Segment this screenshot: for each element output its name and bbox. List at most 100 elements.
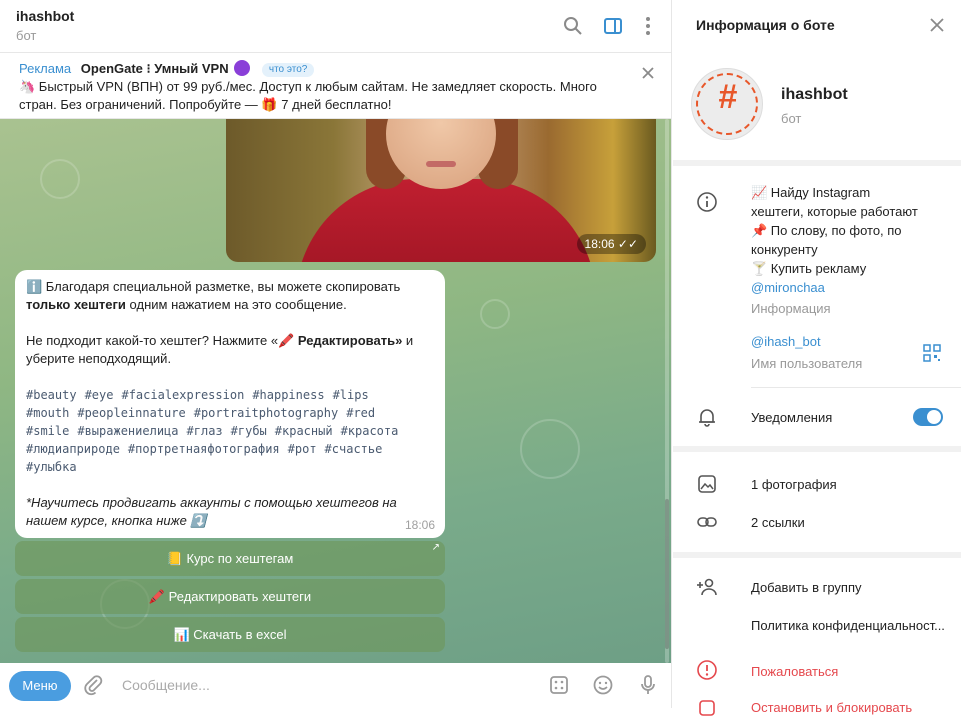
more-vertical-icon[interactable]: [637, 15, 659, 37]
message-text: и: [402, 333, 414, 348]
mention-link[interactable]: @mironchaa: [751, 278, 951, 297]
info-media-section: 1 фотография 2 ссылки: [673, 452, 961, 552]
hashtag[interactable]: #smile: [26, 424, 69, 438]
message-timestamp: 18:06: [404, 518, 435, 532]
about-label: Информация: [751, 301, 831, 316]
add-to-group-button[interactable]: Добавить в группу: [751, 580, 862, 595]
report-button[interactable]: Пожаловаться: [751, 664, 838, 679]
hashtag[interactable]: #facialexpression: [121, 388, 244, 402]
hashtag[interactable]: #portraitphotography: [194, 406, 339, 420]
hashtag[interactable]: #счастье: [325, 442, 383, 456]
link-icon[interactable]: [696, 511, 718, 533]
qr-code-icon[interactable]: [923, 344, 941, 362]
username-link[interactable]: @ihash_bot: [751, 334, 821, 349]
info-title: Информация о боте: [696, 17, 835, 33]
info-icon: [696, 191, 718, 213]
purple-circle-icon: [234, 60, 251, 76]
message-bold-text: только хештеги: [26, 297, 126, 312]
hashtag[interactable]: #губы: [231, 424, 267, 438]
username-label: Имя пользователя: [751, 356, 863, 371]
hashtag[interactable]: #красота: [341, 424, 399, 438]
emoji-icon[interactable]: [592, 674, 614, 696]
ad-text-line2: стран. Без ограничений. Попробуйте — 🎁 7…: [19, 97, 392, 112]
bell-icon: [696, 406, 718, 428]
add-user-icon[interactable]: [696, 576, 718, 598]
hashtag[interactable]: #глаз: [187, 424, 223, 438]
scrollbar-thumb[interactable]: [665, 499, 669, 649]
background-doodle: [40, 159, 80, 199]
hashtag[interactable]: #happiness: [252, 388, 324, 402]
photo-timestamp: 18:06 ✓✓: [576, 234, 646, 254]
close-icon[interactable]: [929, 17, 945, 33]
description-line: хештеги, которые работают: [751, 204, 918, 219]
bot-commands-icon[interactable]: [548, 674, 570, 696]
keyboard-button-course[interactable]: 📒 Курс по хештегам ↗: [15, 541, 445, 576]
hashtag[interactable]: #lips: [333, 388, 369, 402]
sponsored-message[interactable]: Реклама OpenGate ⁝ Умный VPN что это? 🦄 …: [0, 54, 671, 119]
links-count[interactable]: 2 ссылки: [751, 515, 805, 530]
chat-panel: ihashbot бот Реклама OpenGate ⁝ Умный VP…: [0, 0, 672, 708]
hashtag[interactable]: #peopleinnature: [77, 406, 185, 420]
hashtag[interactable]: #улыбка: [26, 460, 77, 474]
message-composer: Меню: [0, 663, 671, 708]
sidebar-toggle-icon[interactable]: [602, 15, 624, 37]
hashtag-list[interactable]: #beauty #eye #facialexpression #happiness #l…: [26, 386, 434, 476]
hash-icon: #: [718, 78, 738, 116]
hashtag[interactable]: #красный: [275, 424, 333, 438]
keyboard-button-label: 📒 Курс по хештегам: [166, 551, 294, 566]
paperclip-icon[interactable]: [82, 674, 104, 696]
bot-info-panel: Информация о боте # ihashbot бот 📈 Найду…: [673, 0, 961, 716]
bot-description: 📈 Найду Instagram хештеги, которые работ…: [751, 183, 951, 318]
keyboard-button-label: 📊 Скачать в excel: [173, 627, 287, 642]
photos-count[interactable]: 1 фотография: [751, 477, 837, 492]
background-doodle: [480, 299, 510, 329]
double-check-icon: ✓✓: [617, 237, 638, 251]
hashtag[interactable]: #mouth: [26, 406, 69, 420]
hashtag[interactable]: #рот: [288, 442, 317, 456]
notifications-toggle[interactable]: [913, 408, 943, 426]
photo-icon[interactable]: [696, 473, 718, 495]
message-text: уберите неподходящий.: [26, 351, 172, 366]
warning-icon[interactable]: [696, 659, 718, 681]
hashtag[interactable]: #людиаприроде: [26, 442, 120, 456]
microphone-icon[interactable]: [637, 674, 659, 696]
menu-button[interactable]: Меню: [9, 671, 71, 701]
hashtag[interactable]: #beauty: [26, 388, 77, 402]
message-input[interactable]: [118, 670, 518, 700]
hashtag[interactable]: #red: [346, 406, 375, 420]
message-text: Не подходит какой-то хештег? Нажмите «🖍️: [26, 333, 298, 348]
bot-avatar[interactable]: #: [691, 68, 763, 140]
background-doodle: [520, 419, 580, 479]
hashtag[interactable]: #портретнаяфотография: [128, 442, 280, 456]
hashtag[interactable]: #eye: [85, 388, 114, 402]
ad-what-is-this-button[interactable]: что это?: [261, 63, 315, 77]
keyboard-button-download-excel[interactable]: 📊 Скачать в excel: [15, 617, 445, 652]
chat-scrollbar[interactable]: [665, 119, 669, 663]
chat-title[interactable]: ihashbot: [16, 8, 74, 24]
ad-label: Реклама: [19, 61, 72, 76]
bot-message[interactable]: ℹ️ Благодаря специальной разметке, вы мо…: [15, 270, 445, 538]
photo-sweater: [296, 179, 596, 262]
close-ad-icon[interactable]: [641, 66, 655, 80]
description-line: 🍸 Купить рекламу: [751, 261, 867, 276]
message-text: ℹ️ Благодаря специальной разметке, вы мо…: [26, 279, 401, 294]
stop-block-icon[interactable]: [696, 697, 718, 719]
chat-subtitle: бот: [16, 28, 37, 43]
message-footer-text: *Научитесь продвигать аккаунты с помощью…: [26, 495, 397, 510]
message-text: одним нажатием на это сообщение.: [125, 297, 347, 312]
description-line: 📈 Найду Instagram: [751, 185, 871, 200]
hashtag[interactable]: #выражениелица: [77, 424, 178, 438]
bot-name: ihashbot: [781, 86, 848, 103]
keyboard-button-edit-hashtags[interactable]: 🖍️ Редактировать хештеги: [15, 579, 445, 614]
ad-title[interactable]: OpenGate ⁝ Умный VPN: [81, 61, 229, 76]
privacy-policy-link[interactable]: Политика конфиденциальност...: [751, 618, 945, 633]
info-header-section: Информация о боте # ihashbot бот: [673, 0, 961, 160]
keyboard-button-label: 🖍️ Редактировать хештеги: [148, 589, 312, 604]
toggle-knob: [927, 410, 941, 424]
notifications-label: Уведомления: [751, 410, 833, 425]
search-icon[interactable]: [562, 15, 584, 37]
ad-text-line1: 🦄 Быстрый VPN (ВПН) от 99 руб./мес. Дост…: [19, 79, 597, 94]
message-footer-text: нашем курсе, кнопка ниже ⤵️: [26, 513, 207, 528]
message-photo[interactable]: 18:06 ✓✓: [226, 119, 656, 262]
bot-type: бот: [781, 111, 802, 126]
